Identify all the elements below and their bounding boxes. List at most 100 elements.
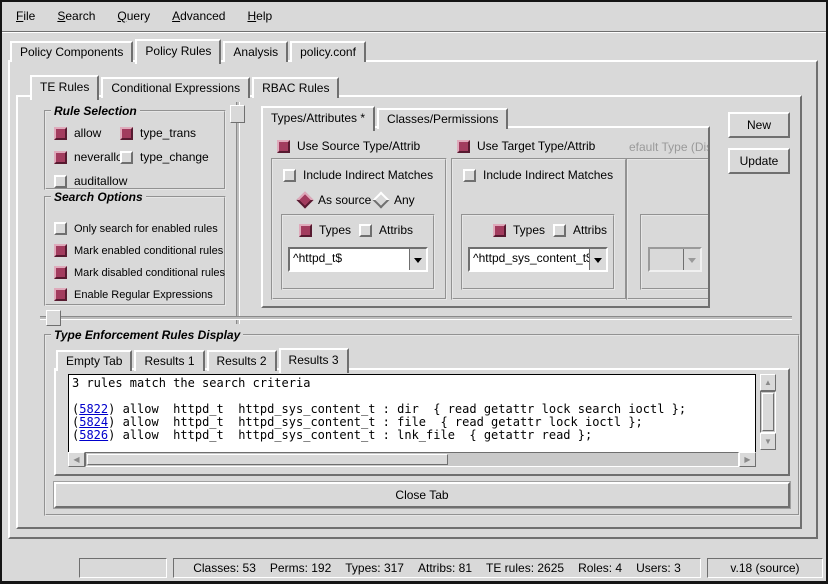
target-combo-dropdown-icon[interactable] [589,249,606,270]
source-type-combobox-value: ^httpd_t$ [290,249,409,270]
te-rules-page: Rule Selection allow type_trans neverall… [16,95,802,529]
horizontal-sash-handle[interactable] [46,310,61,326]
menu-separator [2,31,826,33]
results-horizontal-scrollbar[interactable]: ◀ ▶ [68,452,756,467]
checkbox-target-attribs[interactable]: Attribs [553,223,607,237]
checkbox-use-target-indicator [457,140,470,153]
te-rule-line-3: (5826) allow httpd_t httpd_sys_content_t… [72,429,752,442]
tab-policy-conf[interactable]: policy.conf [290,41,366,62]
scroll-right-icon[interactable]: ▶ [739,452,756,467]
te-tabbar: TE Rules Conditional Expressions RBAC Ru… [30,74,341,98]
checkbox-mark-disabled-label: Mark disabled conditional rules [74,267,225,279]
checkbox-only-enabled-indicator [54,222,67,235]
results-hscroll-thumb[interactable] [87,454,448,465]
policy-rules-page: TE Rules Conditional Expressions RBAC Ru… [8,60,818,539]
rule3-number-link[interactable]: 5826 [79,428,108,442]
checkbox-use-source-label: Use Source Type/Attrib [297,139,420,153]
menu-query-accel: Q [117,9,126,23]
stat-attribs: Attribs: 81 [418,561,472,575]
search-options-frame: Search Options Only search for enabled r… [44,190,226,306]
results-text-area[interactable]: 3 rules match the search criteria (5822)… [68,374,756,454]
menu-help-accel: H [247,9,256,23]
checkbox-regex-indicator [54,288,67,301]
tab-types-attributes[interactable]: Types/Attributes * [261,106,375,131]
checkbox-target-types-label: Types [513,223,545,237]
checkbox-auditallow[interactable]: auditallow [54,174,120,188]
menu-advanced[interactable]: Advanced [170,7,227,25]
results-vertical-scrollbar[interactable]: ▲ ▼ [760,374,776,450]
radio-any[interactable]: Any [375,193,415,207]
radio-as-source-label: As source [318,193,371,207]
checkbox-only-enabled[interactable]: Only search for enabled rules [54,222,225,235]
rule3-body: allow httpd_t httpd_sys_content_t : lnk_… [115,428,592,442]
results-vscroll-thumb[interactable] [762,393,774,431]
target-types-box: Types Attribs ^httpd_sys_content_t$ [461,214,615,290]
menu-file[interactable]: File [14,7,37,25]
stat-te-rules: TE rules: 2625 [486,561,564,575]
checkbox-use-source-indicator [277,140,290,153]
tab-conditional-expressions[interactable]: Conditional Expressions [101,77,250,98]
tab-rbac-rules[interactable]: RBAC Rules [252,77,339,98]
tab-analysis[interactable]: Analysis [223,41,288,62]
scroll-up-icon[interactable]: ▲ [760,374,776,391]
vertical-sash-handle[interactable] [230,105,245,123]
checkbox-type-change[interactable]: type_change [120,150,209,164]
checkbox-only-enabled-label: Only search for enabled rules [74,223,218,235]
checkbox-target-types[interactable]: Types [493,223,545,237]
checkbox-source-attribs[interactable]: Attribs [359,223,413,237]
te-display-frame: Type Enforcement Rules Display Empty Tab… [44,328,800,516]
tab-results-3[interactable]: Results 3 [279,348,349,373]
checkbox-allow[interactable]: allow [54,126,120,140]
horizontal-sash[interactable] [40,316,792,320]
results-page: 3 rules match the search criteria (5822)… [54,368,790,476]
checkbox-use-target[interactable]: Use Target Type/Attrib [457,139,595,153]
tab-policy-components[interactable]: Policy Components [10,41,133,62]
checkbox-source-indirect-indicator [283,169,296,182]
target-type-combobox[interactable]: ^httpd_sys_content_t$ [468,247,608,272]
source-combo-dropdown-icon[interactable] [409,249,426,270]
results-summary: 3 rules match the search criteria [72,377,752,390]
close-tab-button[interactable]: Close Tab [54,482,790,508]
menu-search-rest: earch [65,9,95,23]
tab-classes-permissions[interactable]: Classes/Permissions [377,108,508,129]
menu-search[interactable]: Search [55,7,97,25]
version-label: v.18 (source) [730,561,799,575]
tab-te-rules[interactable]: TE Rules [30,75,99,100]
default-combo-dropdown-icon [683,249,700,270]
tab-results-1[interactable]: Results 1 [134,350,204,371]
rule2-number-link[interactable]: 5824 [79,415,108,429]
checkbox-use-source[interactable]: Use Source Type/Attrib [277,139,420,153]
menu-file-rest: ile [23,9,35,23]
tab-policy-rules[interactable]: Policy Rules [135,39,221,64]
checkbox-neverallow[interactable]: neverallow [54,150,120,164]
checkbox-mark-disabled[interactable]: Mark disabled conditional rules [54,266,225,279]
scroll-down-icon[interactable]: ▼ [760,433,776,450]
source-type-combobox[interactable]: ^httpd_t$ [288,247,428,272]
checkbox-source-types-indicator [299,224,312,237]
checkbox-source-indirect[interactable]: Include Indirect Matches [283,168,433,182]
checkbox-target-indirect[interactable]: Include Indirect Matches [463,168,613,182]
menu-help[interactable]: Help [245,7,274,25]
status-version-panel: v.18 (source) [707,558,823,578]
menu-query[interactable]: Query [115,7,152,25]
results-vscroll-trough[interactable] [760,391,776,433]
scroll-left-icon[interactable]: ◀ [68,452,85,467]
tab-results-2[interactable]: Results 2 [207,350,277,371]
checkbox-source-types[interactable]: Types [299,223,351,237]
new-button[interactable]: New [728,112,790,138]
radio-as-source[interactable]: As source [299,193,371,207]
update-button[interactable]: Update [728,148,790,174]
checkbox-mark-enabled[interactable]: Mark enabled conditional rules [54,244,225,257]
results-hscroll-trough[interactable] [85,452,739,467]
checkbox-allow-indicator [54,127,67,140]
target-type-combobox-value: ^httpd_sys_content_t$ [470,249,589,270]
checkbox-type-change-label: type_change [140,150,209,164]
vertical-sash[interactable] [236,102,240,324]
menu-bar: File Search Query Advanced Help [2,2,826,30]
checkbox-type-trans[interactable]: type_trans [120,126,209,140]
checkbox-type-trans-label: type_trans [140,126,196,140]
rule1-number-link[interactable]: 5822 [79,402,108,416]
menu-query-rest: uery [127,9,150,23]
tab-empty-tab[interactable]: Empty Tab [56,350,132,371]
checkbox-regex[interactable]: Enable Regular Expressions [54,288,225,301]
